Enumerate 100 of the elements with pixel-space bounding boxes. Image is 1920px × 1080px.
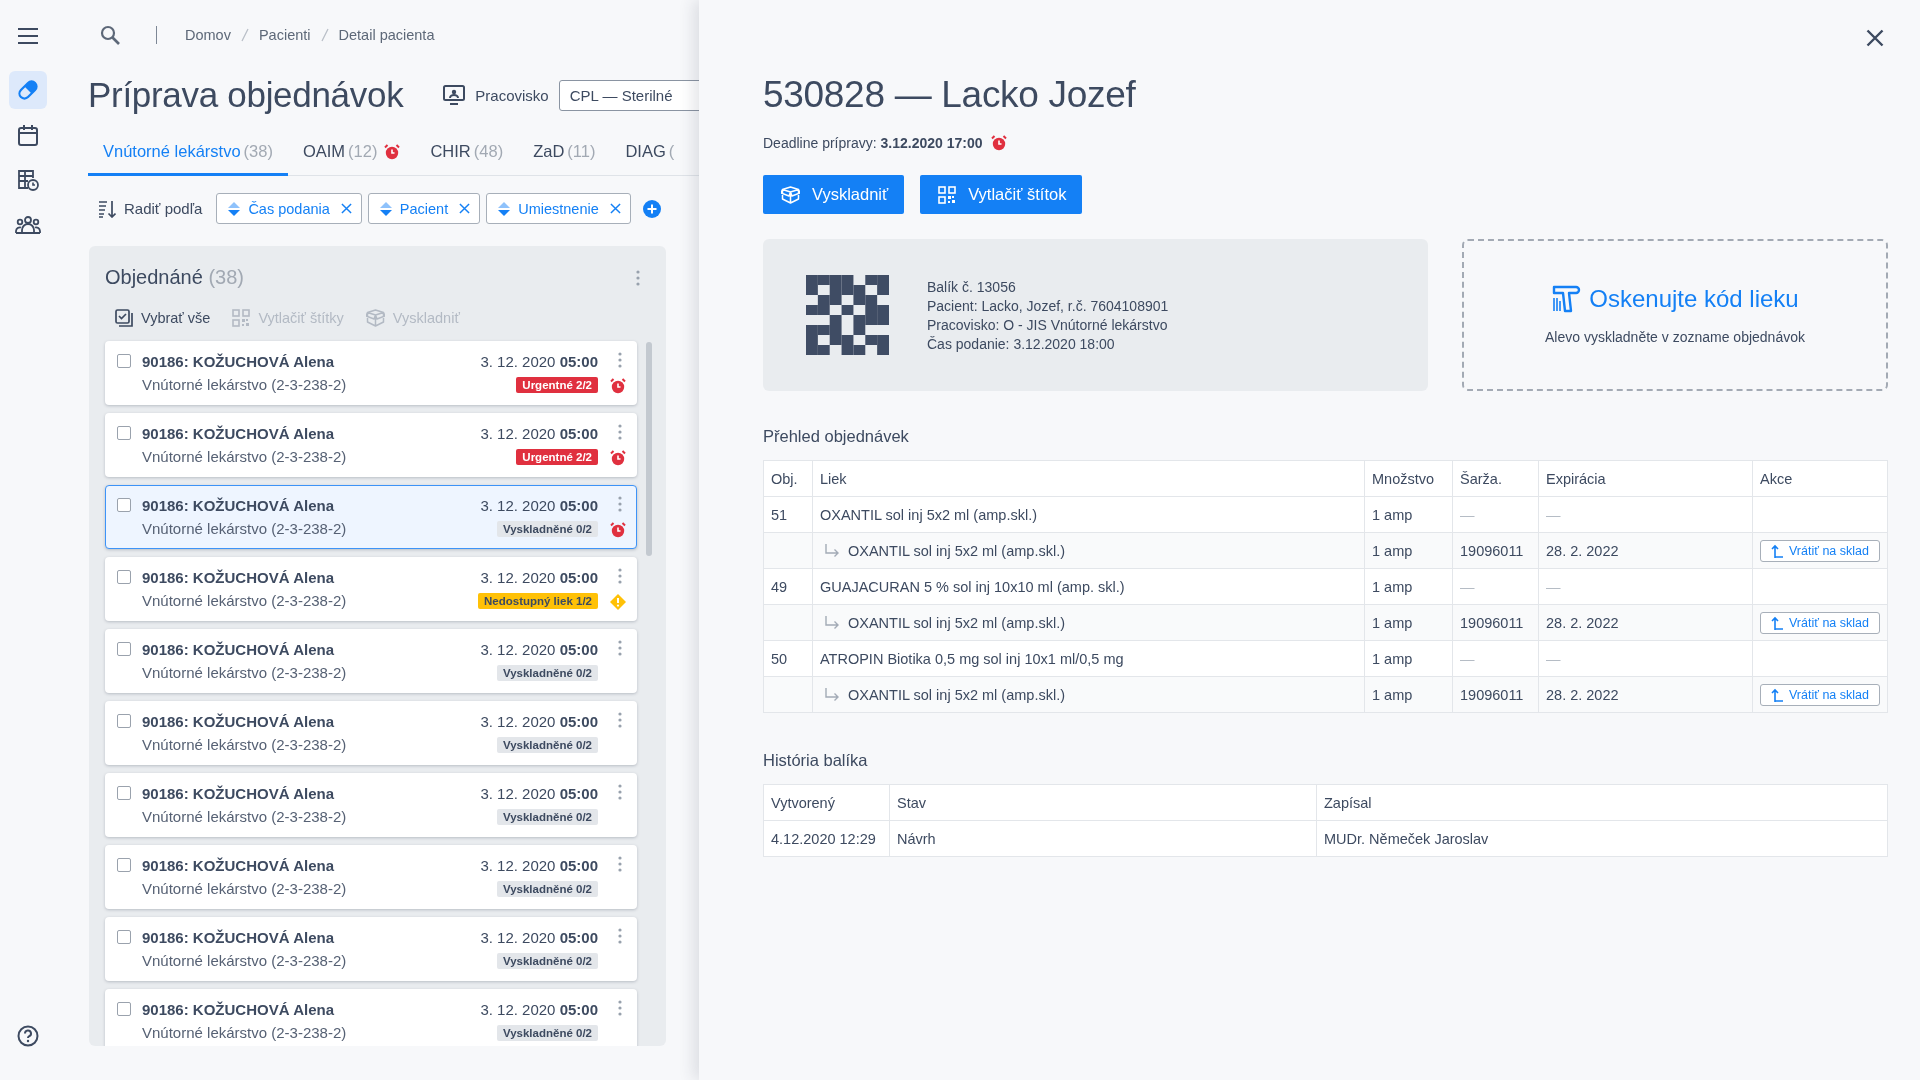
- column-header: Zapísal: [1316, 784, 1888, 821]
- breadcrumb-link[interactable]: Pacienti: [258, 27, 311, 43]
- table-cell: 1 amp: [1364, 640, 1453, 677]
- table-cell: 1 amp: [1364, 532, 1453, 569]
- table-cell: —: [1538, 496, 1753, 533]
- table-cell: 49: [763, 568, 813, 605]
- column-header: Obj.: [763, 460, 813, 497]
- sort-chip[interactable]: Umiestnenie: [486, 193, 631, 224]
- order-card[interactable]: 90186: KOŽUCHOVÁ Alena 3. 12. 2020 05:00 Vnútorné lekárstvo (2-3-238-2) Urgentné 2/2: [105, 341, 637, 405]
- status-badge: Vyskladněné 0/2: [496, 520, 598, 537]
- order-time: 3. 12. 2020 05:00: [480, 1001, 598, 1018]
- sort-chip[interactable]: Pacient: [367, 193, 481, 224]
- ward-text: Vnútorné lekárstvo (2-3-238-2): [142, 664, 347, 681]
- order-card[interactable]: 90186: KOŽUCHOVÁ Alena 3. 12. 2020 05:00 Vnútorné lekárstvo (2-3-238-2) Vyskladněné 0/2: [105, 485, 637, 549]
- return-button[interactable]: Vrátiť na sklad: [1760, 611, 1880, 634]
- patient-title: 530828 — Lacko Jozef: [763, 73, 1136, 117]
- toolbar-button[interactable]: Vybrať vše: [115, 309, 211, 327]
- tab[interactable]: CHIR (48): [415, 132, 519, 176]
- ward-text: Vnútorné lekárstvo (2-3-238-2): [142, 376, 347, 393]
- patient-name: 90186: KOŽUCHOVÁ Alena: [142, 641, 334, 658]
- table-cell: 1 amp: [1364, 676, 1453, 713]
- order-time: 3. 12. 2020 05:00: [480, 497, 598, 514]
- table-cell: —: [1538, 568, 1753, 605]
- package-info: Čas podanie: 3.12.2020 18:00: [927, 335, 1116, 352]
- breadcrumb-link[interactable]: Detail pacienta: [338, 27, 435, 43]
- order-time: 3. 12. 2020 05:00: [480, 353, 598, 370]
- drug-name: OXANTIL sol inj 5x2 ml (amp.skl.): [848, 542, 1065, 559]
- table-cell: GUAJACURAN 5 % sol inj 10x10 ml (amp. skl.): [812, 568, 1365, 605]
- scan-title: Oskenujte kód lieku: [1589, 285, 1799, 313]
- ward-text: Vnútorné lekárstvo (2-3-238-2): [142, 808, 347, 825]
- scan-hint: Alevo vyskladněte v zozname objednávok: [1545, 329, 1805, 345]
- table-cell: 19096011: [1452, 676, 1539, 713]
- column-header: Expirácia: [1538, 460, 1753, 497]
- table-cell: MUDr. Němeček Jaroslav: [1316, 820, 1888, 857]
- patient-name: 90186: KOŽUCHOVÁ Alena: [142, 353, 334, 370]
- status-badge: Vyskladněné 0/2: [496, 808, 598, 825]
- order-time: 3. 12. 2020 05:00: [480, 569, 598, 586]
- scan-area[interactable]: Oskenujte kód lieku Alevo vyskladněte v zozname objednávok: [1462, 239, 1888, 391]
- table-cell: Návrh: [889, 820, 1317, 857]
- package-info: Balík č. 13056: [927, 278, 1017, 295]
- section-title: Přehled objednávek: [763, 427, 910, 446]
- column-header: Množstvo: [1364, 460, 1453, 497]
- column-header: Šarža.: [1452, 460, 1539, 497]
- order-card[interactable]: 90186: KOŽUCHOVÁ Alena 3. 12. 2020 05:00 Vnútorné lekárstvo (2-3-238-2) Vyskladněné 0/2: [105, 629, 637, 693]
- column-header: Vytvorený: [763, 784, 890, 821]
- table-cell: 28. 2. 2022: [1538, 604, 1753, 641]
- ward-text: Vnútorné lekárstvo (2-3-238-2): [142, 880, 347, 897]
- order-card[interactable]: 90186: KOŽUCHOVÁ Alena 3. 12. 2020 05:00 Vnútorné lekárstvo (2-3-238-2) Vyskladněné 0/2: [105, 917, 637, 981]
- column-header: Stav: [889, 784, 1317, 821]
- table-cell: 19096011: [1452, 532, 1539, 569]
- action-button[interactable]: Vyskladniť: [763, 175, 905, 214]
- table-cell: 1 amp: [1364, 496, 1453, 533]
- order-time: 3. 12. 2020 05:00: [480, 785, 598, 802]
- deadline-text: Deadline prípravy: 3.12.2020 17:00: [763, 135, 983, 151]
- tab[interactable]: Vnútorné lekárstvo (38): [88, 132, 288, 176]
- patient-name: 90186: KOŽUCHOVÁ Alena: [142, 425, 334, 442]
- action-button[interactable]: Vytlačiť štítok: [920, 175, 1083, 214]
- workplace-label: Pracovisko: [475, 86, 549, 104]
- drug-name: OXANTIL sol inj 5x2 ml (amp.skl.): [848, 614, 1065, 631]
- table-cell: 1 amp: [1364, 568, 1453, 605]
- order-card[interactable]: 90186: KOŽUCHOVÁ Alena 3. 12. 2020 05:00 Vnútorné lekárstvo (2-3-238-2) Vyskladněné 0/2: [105, 773, 637, 837]
- column-header: Akce: [1752, 460, 1888, 497]
- table-cell: 28. 2. 2022: [1538, 532, 1753, 569]
- return-button[interactable]: Vrátiť na sklad: [1760, 683, 1880, 706]
- order-time: 3. 12. 2020 05:00: [480, 929, 598, 946]
- sort-chip[interactable]: Čas podania: [216, 193, 362, 224]
- patient-name: 90186: KOŽUCHOVÁ Alena: [142, 785, 334, 802]
- order-card[interactable]: 90186: KOŽUCHOVÁ Alena 3. 12. 2020 05:00 Vnútorné lekárstvo (2-3-238-2) Urgentné 2/2: [105, 413, 637, 477]
- package-info: Pracovisko: O - JIS Vnútorné lekárstvo: [927, 316, 1169, 333]
- page-title: Príprava objednávok: [88, 75, 404, 115]
- patient-name: 90186: KOŽUCHOVÁ Alena: [142, 569, 334, 586]
- column-header: Liek: [812, 460, 1365, 497]
- ward-text: Vnútorné lekárstvo (2-3-238-2): [142, 736, 347, 753]
- order-card[interactable]: 90186: KOŽUCHOVÁ Alena 3. 12. 2020 05:00 Vnútorné lekárstvo (2-3-238-2) Vyskladněné 0/2: [105, 845, 637, 909]
- tab[interactable]: ZaD (11): [518, 132, 611, 176]
- table-cell: 1 amp: [1364, 604, 1453, 641]
- order-time: 3. 12. 2020 05:00: [480, 857, 598, 874]
- sort-button[interactable]: Radiť podľa: [88, 199, 211, 218]
- table-cell: 51: [763, 496, 813, 533]
- table-cell: OXANTIL sol inj 5x2 ml (amp.skl.): [812, 496, 1365, 533]
- tab[interactable]: DIAG (: [610, 132, 690, 176]
- status-badge: Urgentné 2/2: [516, 376, 598, 393]
- status-badge: Nedostupný liek 1/2: [478, 592, 598, 609]
- table-cell: —: [1452, 496, 1539, 533]
- table-cell: 19096011: [1452, 604, 1539, 641]
- workplace-select[interactable]: CPL — Sterilné: [558, 79, 699, 111]
- return-button[interactable]: Vrátiť na sklad: [1760, 539, 1880, 562]
- order-card[interactable]: 90186: KOŽUCHOVÁ Alena 3. 12. 2020 05:00 Vnútorné lekárstvo (2-3-238-2) Vyskladněné 0/2: [105, 701, 637, 765]
- tab[interactable]: OAIM (12): [287, 132, 416, 176]
- table-cell: ATROPIN Biotika 0,5 mg sol inj 10x1 ml/0,5 mg: [812, 640, 1365, 677]
- ward-text: Vnútorné lekárstvo (2-3-238-2): [142, 448, 347, 465]
- ward-text: Vnútorné lekárstvo (2-3-238-2): [142, 952, 347, 969]
- order-card[interactable]: 90186: KOŽUCHOVÁ Alena 3. 12. 2020 05:00 Vnútorné lekárstvo (2-3-238-2) Vyskladněné 0/2: [105, 989, 637, 1046]
- breadcrumb-link[interactable]: Domov: [185, 27, 231, 43]
- order-time: 3. 12. 2020 05:00: [480, 713, 598, 730]
- order-time: 3. 12. 2020 05:00: [480, 425, 598, 442]
- status-badge: Urgentné 2/2: [516, 448, 598, 465]
- patient-name: 90186: KOŽUCHOVÁ Alena: [142, 857, 334, 874]
- package-info: Pacient: Lacko, Jozef, r.č. 7604108901: [927, 297, 1169, 314]
- order-card[interactable]: 90186: KOŽUCHOVÁ Alena 3. 12. 2020 05:00 Vnútorné lekárstvo (2-3-238-2) Nedostupný liek 1/2: [105, 557, 637, 621]
